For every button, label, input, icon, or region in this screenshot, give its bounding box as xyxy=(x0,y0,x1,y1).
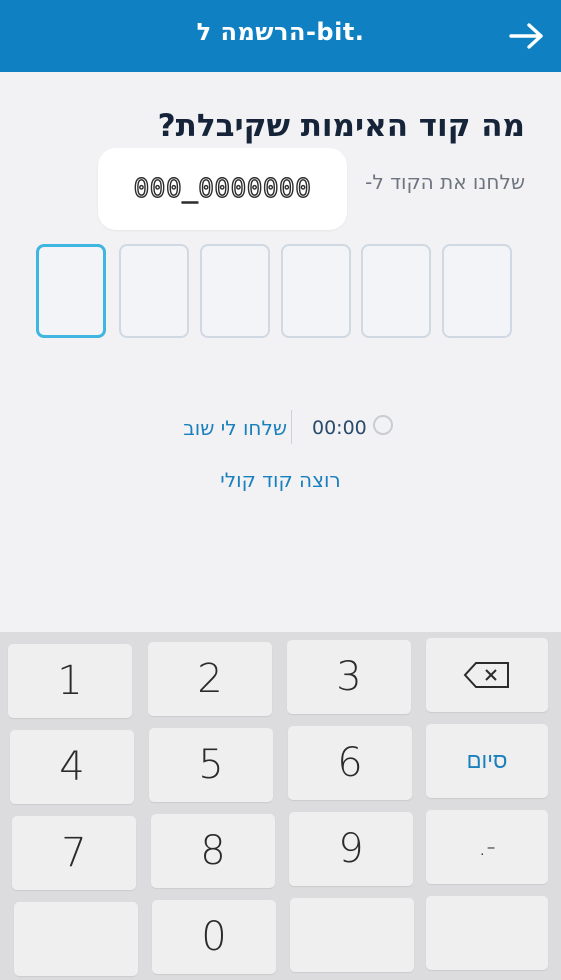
code-digit-1[interactable] xyxy=(36,244,106,338)
key-0[interactable]: 0 xyxy=(152,900,276,974)
verification-heading: מה קוד האימות שקיבלת? xyxy=(157,108,525,144)
divider xyxy=(291,410,292,444)
key-8[interactable]: 8 xyxy=(151,814,275,888)
timer-icon xyxy=(373,415,393,435)
page-title: הרשמה ל-bit. xyxy=(196,18,365,46)
phone-number-badge: 000_0000000 xyxy=(98,148,347,230)
numeric-keypad: 1 2 3 4 5 6 סיום 7 8 9 .- 0 xyxy=(0,632,561,980)
back-button[interactable] xyxy=(507,14,547,58)
key-4[interactable]: 4 xyxy=(10,730,134,804)
code-digit-2[interactable] xyxy=(119,244,189,338)
arrow-right-icon xyxy=(509,23,543,49)
resend-code-link[interactable]: שלחו לי שוב xyxy=(183,416,287,440)
key-7[interactable]: 7 xyxy=(12,816,136,890)
key-6[interactable]: 6 xyxy=(288,726,412,800)
phone-number: 000_0000000 xyxy=(133,173,312,204)
empty-key-right xyxy=(290,898,414,972)
code-digit-5[interactable] xyxy=(361,244,431,338)
voice-code-link[interactable]: רוצה קוד קולי xyxy=(0,468,561,492)
symbol-key[interactable]: .- xyxy=(426,810,548,884)
app-bar: הרשמה ל-bit. xyxy=(0,0,561,72)
backspace-icon xyxy=(463,662,509,688)
key-9[interactable]: 9 xyxy=(289,812,413,886)
empty-key-far-right xyxy=(426,896,548,970)
code-digit-4[interactable] xyxy=(281,244,351,338)
key-2[interactable]: 2 xyxy=(148,642,272,716)
sent-to-text: שלחנו את הקוד ל- xyxy=(365,170,525,194)
code-digit-6[interactable] xyxy=(442,244,512,338)
backspace-button[interactable] xyxy=(426,638,548,712)
countdown-timer: 00:00 xyxy=(312,417,367,439)
key-5[interactable]: 5 xyxy=(149,728,273,802)
key-3[interactable]: 3 xyxy=(287,640,411,714)
key-1[interactable]: 1 xyxy=(8,644,132,718)
code-digit-3[interactable] xyxy=(200,244,270,338)
empty-key-left xyxy=(14,902,138,976)
done-button[interactable]: סיום xyxy=(426,724,548,798)
